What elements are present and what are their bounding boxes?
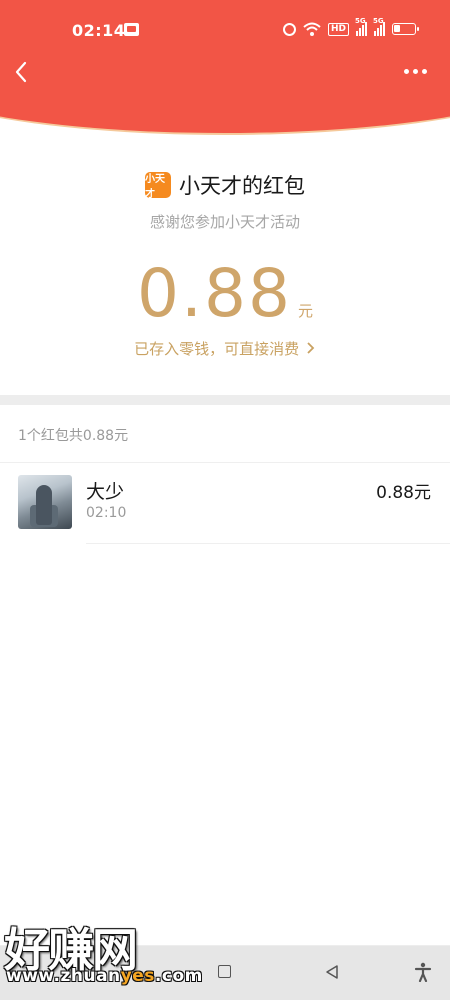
home-square-icon[interactable] — [218, 965, 231, 978]
list-item[interactable]: 大少 02:10 0.88元 — [0, 463, 450, 544]
receiver-name: 大少 — [86, 481, 125, 503]
sender-name: 小天才的红包 — [179, 174, 305, 198]
accessibility-icon[interactable] — [414, 962, 432, 982]
greeting-text: 感谢您参加小天才活动 — [149, 213, 300, 231]
watermark-url: www.zhuanyes.com — [6, 966, 203, 986]
more-button[interactable] — [404, 64, 430, 78]
chevron-left-icon — [15, 61, 27, 83]
amount-unit: 元 — [297, 302, 313, 320]
amount-value: 0.88 — [137, 255, 292, 332]
receive-time: 02:10 — [86, 505, 127, 521]
more-dots-icon — [404, 68, 409, 74]
saved-to-change-link[interactable]: 已存入零钱，可直接消费 — [0, 338, 450, 359]
back-triangle-icon[interactable] — [324, 964, 340, 980]
signal-5g-icon: 5G — [355, 17, 367, 36]
avatar — [18, 475, 72, 529]
status-icons: HD 5G 5G — [282, 17, 419, 36]
status-time: 02:14 — [72, 21, 126, 40]
list-summary: 1个红包共0.88元 — [18, 428, 129, 444]
chevron-right-icon — [307, 342, 315, 354]
red-packet-list: 1个红包共0.88元 大少 02:10 0.88元 — [0, 405, 450, 945]
wifi-icon — [303, 22, 321, 36]
amount-display: 0.88 元 — [0, 255, 450, 332]
signal-5g-icon-2: 5G — [373, 17, 385, 36]
header-area: 02:14 HD 5G 5G 小天才 小天才的红包 感谢您参加小天才活动 0.8… — [0, 0, 450, 395]
signal-label-2: 5G — [373, 17, 384, 25]
signal-label: 5G — [355, 17, 366, 25]
red-packet-detail-page: 02:14 HD 5G 5G 小天才 小天才的红包 感谢您参加小天才活动 0.8… — [0, 0, 450, 1000]
status-bar: 02:14 HD 5G 5G — [0, 0, 450, 60]
battery-icon — [392, 23, 419, 35]
received-amount: 0.88元 — [376, 483, 431, 503]
back-button[interactable] — [10, 58, 34, 86]
divider — [86, 543, 450, 544]
hd-icon: HD — [327, 22, 349, 36]
saved-link-text: 已存入零钱，可直接消费 — [134, 340, 300, 358]
alarm-icon — [282, 22, 296, 36]
sender-block: 小天才 小天才的红包 — [0, 170, 450, 200]
app-notification-icon — [124, 23, 139, 36]
sender-logo: 小天才 — [145, 172, 171, 200]
